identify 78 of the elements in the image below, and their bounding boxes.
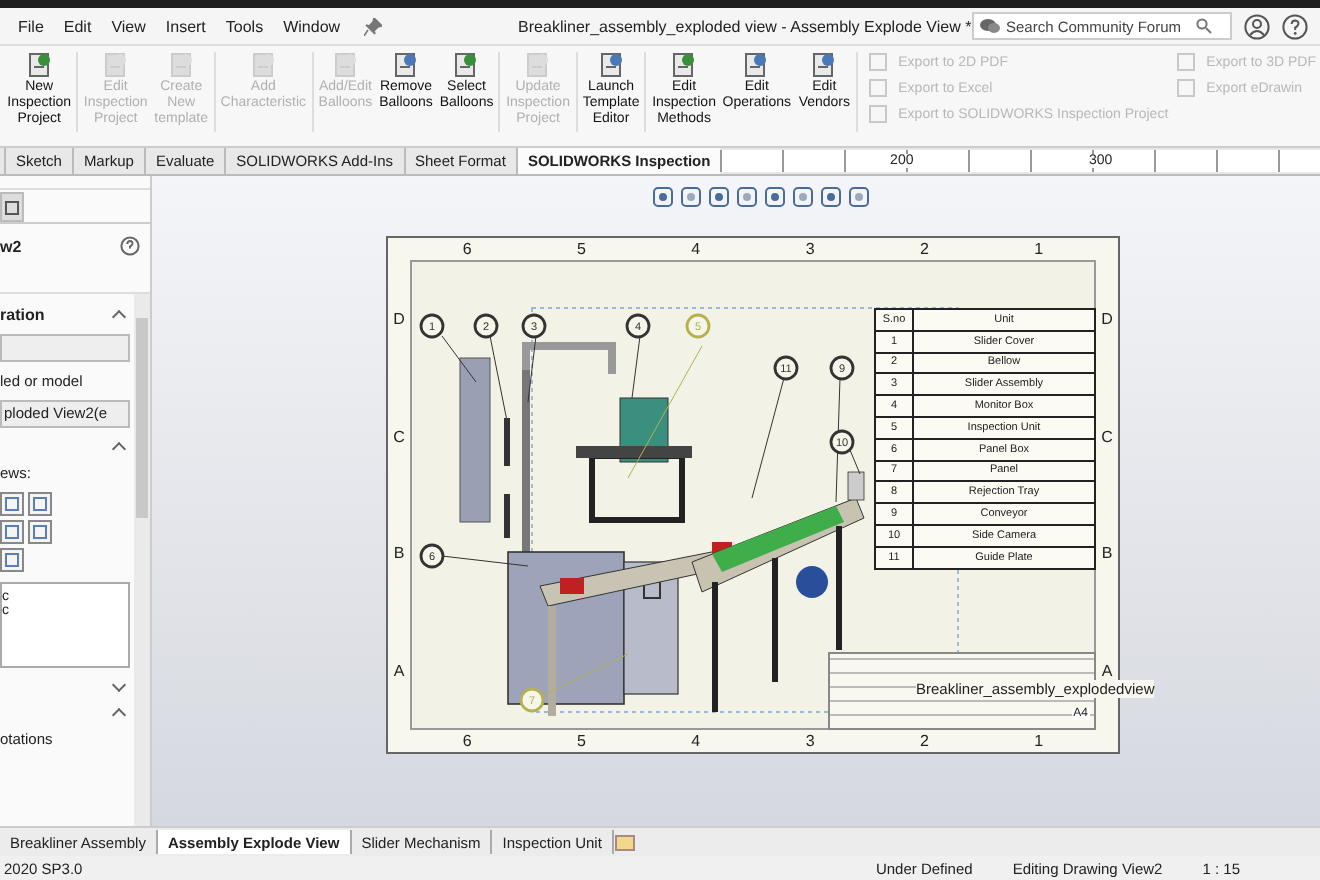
pin-icon[interactable]	[364, 17, 383, 35]
zone-label: 5	[577, 240, 586, 258]
zone-label: 1	[1034, 732, 1044, 750]
zone-label: 6	[462, 732, 472, 750]
document-icon	[742, 52, 771, 78]
zone-label: 4	[691, 240, 701, 258]
leader-line	[751, 377, 785, 499]
document-icon	[597, 52, 626, 78]
monitor-frame-drawing	[576, 397, 692, 523]
zone-label: 2	[919, 240, 929, 258]
scrollbar[interactable]	[134, 294, 150, 826]
document-icon	[167, 52, 196, 78]
document-icon	[101, 52, 130, 78]
view-orientation-icon[interactable]	[28, 492, 52, 516]
view-tool-icon[interactable]	[652, 186, 674, 208]
leader-line	[489, 335, 509, 427]
leader-line	[441, 335, 477, 383]
zone-label: D	[1101, 309, 1113, 328]
view-orientation-icon[interactable]	[0, 548, 24, 572]
menu-item[interactable]: Tools	[225, 17, 264, 35]
search-icon	[1196, 18, 1212, 34]
document-icon	[868, 104, 889, 124]
document-icon	[452, 52, 481, 78]
view-tool-icon[interactable]	[680, 186, 702, 208]
document-icon	[1176, 52, 1197, 72]
zone-label: C	[1101, 427, 1113, 446]
drawing-view-icon	[4, 199, 20, 215]
zone-label: D	[393, 309, 405, 328]
menu-item[interactable]: View	[111, 17, 146, 35]
zone-label: 3	[805, 240, 815, 258]
view-tool-icon[interactable]	[820, 186, 842, 208]
leader-line	[527, 335, 537, 403]
view-tool-icon[interactable]	[792, 186, 814, 208]
view-tool-icon[interactable]	[764, 186, 786, 208]
zone-label: A	[1101, 662, 1113, 681]
zone-label: 1	[1034, 240, 1044, 258]
view-tool-icon[interactable]	[736, 186, 758, 208]
leader-line	[835, 377, 841, 503]
zone-label: B	[1101, 544, 1113, 563]
document-icon	[1176, 78, 1197, 98]
section-header: ration	[0, 306, 45, 324]
document-icon	[810, 52, 839, 78]
help-icon[interactable]	[1282, 13, 1308, 39]
property-tab[interactable]	[0, 192, 24, 222]
document-icon	[524, 52, 553, 78]
document-icon	[25, 52, 54, 78]
leader-line	[541, 653, 629, 697]
leader-line	[441, 555, 529, 567]
zone-label: B	[393, 544, 405, 563]
view-tool-icon[interactable]	[708, 186, 730, 208]
zone-label: 6	[462, 240, 472, 258]
menu-item[interactable]: Insert	[165, 17, 206, 35]
view-orientation-icon[interactable]	[28, 520, 52, 544]
zone-label: 3	[805, 732, 815, 750]
view-tool-icon[interactable]	[848, 186, 870, 208]
menu-item[interactable]: File	[18, 17, 44, 35]
document-icon	[331, 52, 360, 78]
zone-label: A	[393, 662, 405, 681]
zone-label: 5	[577, 732, 586, 750]
view-orientation-icon[interactable]	[0, 492, 24, 516]
user-icon[interactable]	[1244, 13, 1270, 39]
leader-line	[849, 449, 861, 475]
panel-title: w2	[0, 237, 22, 255]
window-title: Breakliner_assembly_exploded view - Assembly Explode View *	[518, 17, 972, 35]
document-icon	[392, 52, 420, 78]
document-icon	[670, 52, 699, 78]
menu-item[interactable]: Edit	[63, 17, 92, 35]
menu-item[interactable]: Window	[283, 17, 341, 35]
chat-bubbles-icon	[980, 18, 1000, 34]
document-icon	[249, 52, 278, 78]
help-icon[interactable]	[120, 236, 140, 256]
document-icon	[868, 78, 889, 98]
document-icon	[868, 52, 889, 72]
view-orientation-icon[interactable]	[0, 520, 24, 544]
add-sheet-icon[interactable]	[613, 832, 638, 852]
zone-label: 4	[691, 732, 701, 750]
zone-label: 2	[919, 732, 929, 750]
zone-label: C	[393, 427, 405, 446]
